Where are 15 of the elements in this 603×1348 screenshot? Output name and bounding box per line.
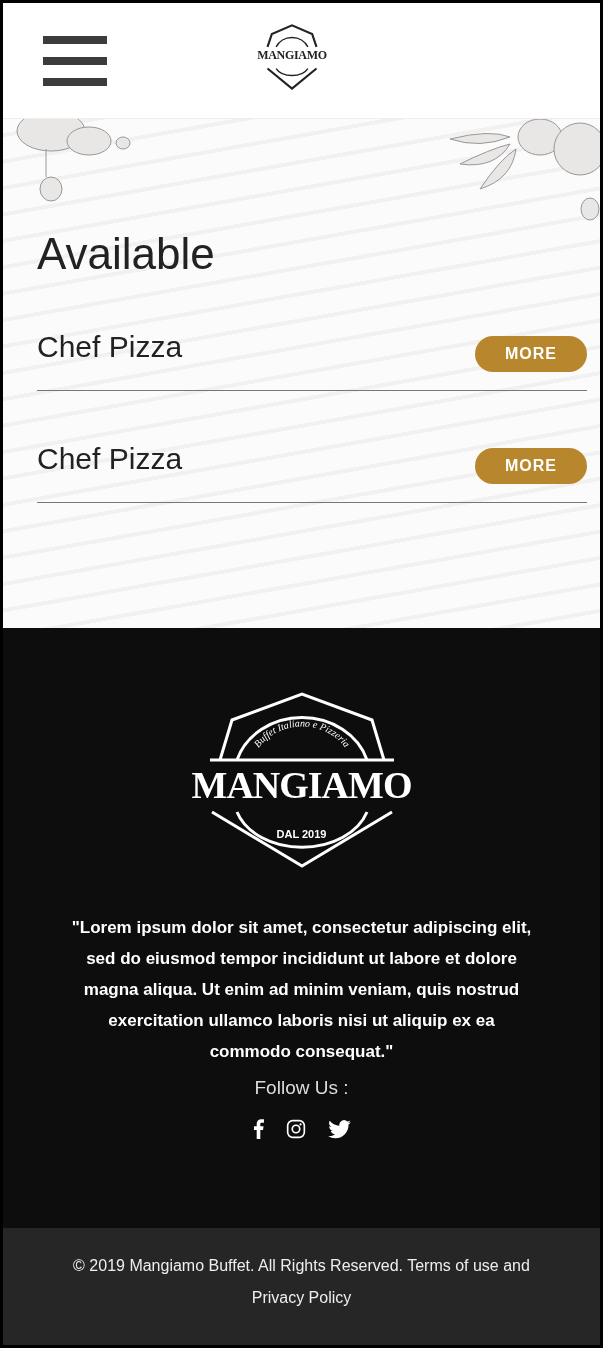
instagram-icon[interactable]: [285, 1119, 306, 1139]
copyright-text: © 2019 Mangiamo Buffet. All Rights Reserved. Terms of use and Privacy Policy: [72, 1256, 531, 1308]
since-text: DAL 2019: [275, 828, 328, 840]
twitter-icon[interactable]: [327, 1119, 351, 1139]
facebook-icon[interactable]: [252, 1119, 264, 1139]
follow-label: Follow Us :: [254, 1077, 349, 1099]
menu-item-name: Chef Pizza: [37, 332, 183, 362]
quote-text: "Lorem ipsum dolor sit amet, consectetur adipiscing elit, sed do eiusmod tempor incididunt ut labore et dolore magna aliqua. Ut enim ad minim veniam, quis nostrud exercitation ullamco laboris nisi ut aliquip ex ea commodo consequat.": [70, 917, 533, 1063]
logo-text: MANGIAMO: [256, 48, 328, 63]
logo-text: MANGIAMO: [190, 766, 413, 804]
menu-item-name: Chef Pizza: [37, 444, 183, 474]
more-button[interactable]: MORE: [475, 448, 587, 484]
section-title: Available: [37, 232, 216, 276]
more-button[interactable]: MORE: [475, 336, 587, 372]
menu-icon[interactable]: [43, 35, 107, 86]
